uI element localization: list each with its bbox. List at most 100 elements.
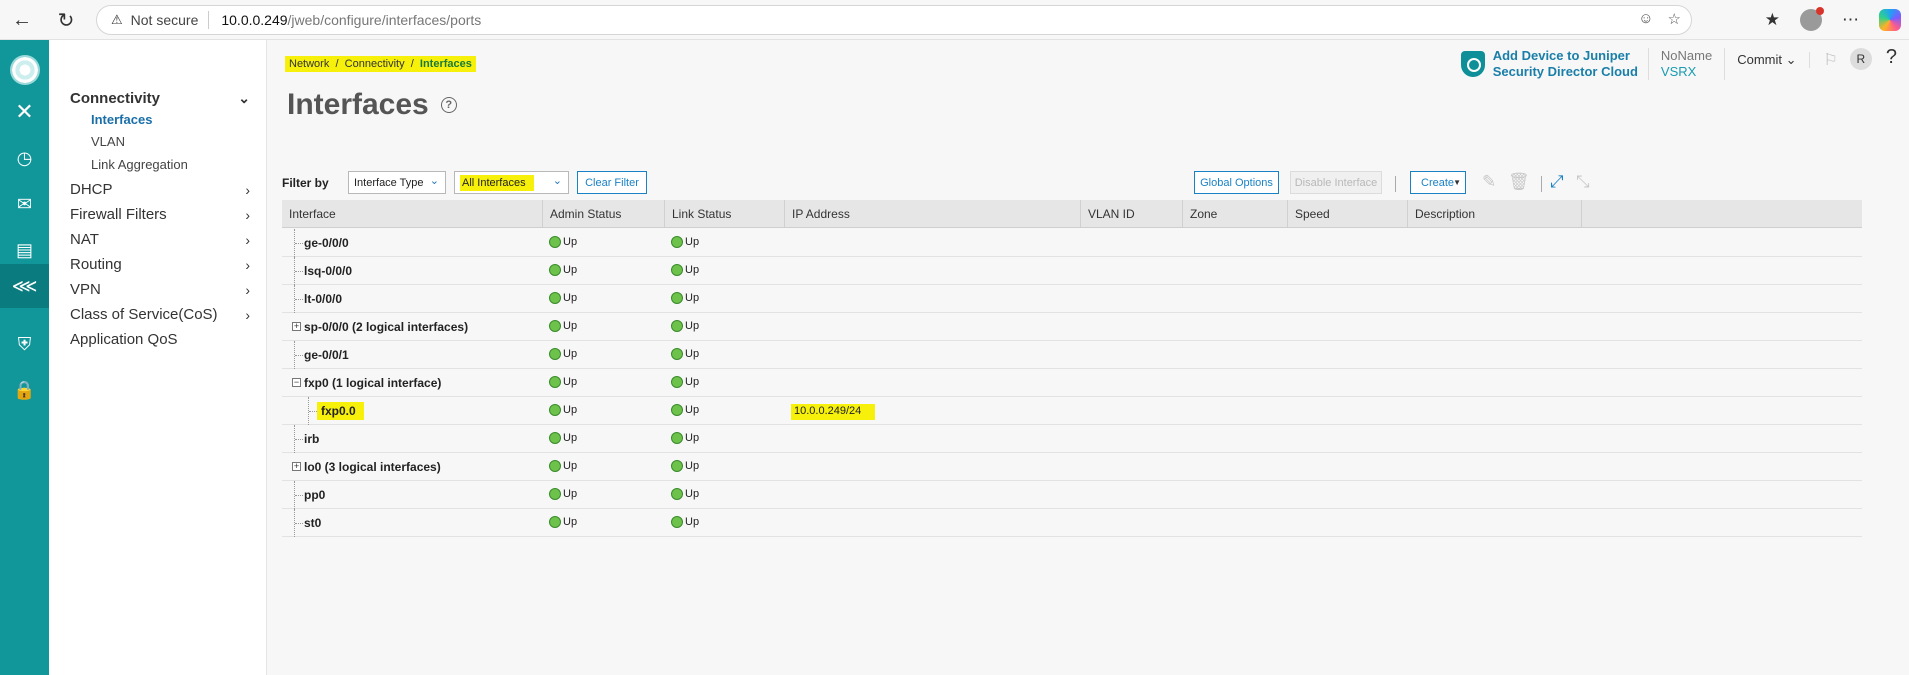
interface-name[interactable]: sp-0/0/0 (2 logical interfaces) [304,313,468,341]
interface-name[interactable]: fxp0.0 [317,397,364,425]
table-row[interactable]: ge-0/0/0 Up Up [282,229,1862,257]
link-status: Up [671,460,699,472]
status-up-icon [549,264,561,276]
link-status: Up [671,320,699,332]
interface-name[interactable]: fxp0 (1 logical interface) [304,369,441,397]
column-header-speed[interactable]: Speed [1288,200,1408,228]
disable-interface-button[interactable]: Disable Interface [1290,171,1382,194]
column-header-interface[interactable]: Interface [282,200,543,228]
interface-scope-select[interactable]: All Interfaces ⌄ [454,171,569,194]
copilot-icon[interactable] [1879,9,1901,31]
status-up-icon [549,488,561,500]
edit-pencil-icon[interactable]: ✎ [1482,172,1496,192]
table-row[interactable]: ge-0/0/1 Up Up [282,341,1862,369]
interface-name[interactable]: irb [304,425,319,453]
table-row[interactable]: pp0 Up Up [282,481,1862,509]
table-row[interactable]: − fxp0 (1 logical interface) Up Up [282,369,1862,397]
status-up-icon [671,376,683,388]
juniper-logo-icon[interactable] [0,48,49,92]
sidebar-item-connectivity[interactable]: Connectivity ⌄ [70,90,260,107]
breadcrumb-connectivity[interactable]: Connectivity [345,58,405,70]
status-up-icon [549,432,561,444]
status-up-icon [671,320,683,332]
expand-icon[interactable]: ⤢ [1550,172,1564,192]
table-row[interactable]: fxp0.0 Up Up 10.0.0.249/24 [282,397,1862,425]
sidebar-item-routing[interactable]: Routing › [70,256,260,273]
reload-icon[interactable]: ↻ [48,2,84,38]
tree-line [294,481,304,509]
expand-plus-icon[interactable]: + [292,462,301,471]
column-header-ip-address[interactable]: IP Address [785,200,1081,228]
tree-line [294,229,304,257]
favorites-list-icon[interactable]: ★ [1765,10,1780,30]
profile-avatar-icon[interactable] [1800,7,1824,31]
interface-name[interactable]: lo0 (3 logical interfaces) [304,453,441,481]
chevron-right-icon: › [245,231,250,248]
admin-status: Up [549,236,577,248]
column-header-admin-status[interactable]: Admin Status [543,200,665,228]
interface-name[interactable]: st0 [304,509,321,537]
interface-type-select[interactable]: Interface Type ⌄ [348,171,446,194]
sidebar-item-nat[interactable]: NAT › [70,231,260,248]
chevron-right-icon: › [245,206,250,223]
tree-line [294,509,304,537]
create-button[interactable]: Create ▼ [1410,171,1466,194]
link-status: Up [671,404,699,416]
status-up-icon [549,404,561,416]
clear-filter-button[interactable]: Clear Filter [577,171,647,194]
jsd-line-1: Add Device to Juniper [1492,48,1630,63]
table-row[interactable]: lsq-0/0/0 Up Up [282,257,1862,285]
device-name: NoName [1660,48,1713,63]
sidebar-item-cos[interactable]: Class of Service(CoS) › [70,306,260,323]
sidebar-item-application-qos[interactable]: Application QoS [70,331,260,348]
sidebar-item-vpn[interactable]: VPN › [70,281,260,298]
sidebar-subitem-interfaces[interactable]: Interfaces [91,112,152,127]
user-avatar[interactable]: R [1849,48,1872,70]
delete-trash-icon[interactable]: 🗑 [1508,172,1530,192]
column-header-link-status[interactable]: Link Status [665,200,785,228]
chevron-down-icon: ⌄ [238,90,250,106]
column-header-zone[interactable]: Zone [1183,200,1288,228]
sidebar-subitem-vlan[interactable]: VLAN [91,134,125,149]
sidebar-item-dhcp[interactable]: DHCP › [70,181,260,198]
reader-mode-icon[interactable]: ☺ [1638,10,1653,28]
interface-name[interactable]: lt-0/0/0 [304,285,342,313]
status-up-icon [549,292,561,304]
sidebar-item-firewall-filters[interactable]: Firewall Filters › [70,206,260,223]
column-header-description[interactable]: Description [1408,200,1582,228]
browser-toolbar: ← ↻ ⚠ Not secure 10.0.0.249/jweb/configu… [0,0,1909,40]
interface-name[interactable]: ge-0/0/0 [304,229,349,257]
back-arrow-icon[interactable]: ← [4,2,40,38]
page-title: Interfaces [287,88,429,121]
favorite-star-icon[interactable]: ☆ [1668,10,1681,28]
network-share-icon[interactable]: ⋘ [0,264,49,308]
close-icon[interactable]: ✕ [0,90,49,134]
interface-name[interactable]: ge-0/0/1 [304,341,349,369]
commit-menu[interactable]: Commit ⌄ [1725,52,1810,68]
collapse-minus-icon[interactable]: − [292,378,301,387]
collapse-icon[interactable]: ⤡ [1576,172,1590,192]
interface-name[interactable]: pp0 [304,481,325,509]
table-row[interactable]: irb Up Up [282,425,1862,453]
dashboard-gauge-icon[interactable]: ◷ [0,136,49,180]
lock-icon[interactable]: 🔒 [0,368,49,412]
table-row[interactable]: st0 Up Up [282,509,1862,537]
status-up-icon [671,292,683,304]
notification-flag-icon[interactable]: ⚐ [1824,50,1838,70]
address-bar[interactable]: ⚠ Not secure 10.0.0.249/jweb/configure/i… [96,5,1692,35]
security-shield-icon[interactable]: ⛨ [0,322,49,366]
help-icon[interactable]: ? [440,97,457,113]
security-director-link[interactable]: Add Device to Juniper Security Director … [1460,48,1649,80]
interface-name[interactable]: lsq-0/0/0 [304,257,352,285]
table-row[interactable]: + sp-0/0/0 (2 logical interfaces) Up Up [282,313,1862,341]
help-question-icon[interactable]: ? [1886,46,1897,69]
monitor-inbox-icon[interactable]: ✉ [0,182,49,226]
column-header-vlan-id[interactable]: VLAN ID [1081,200,1183,228]
expand-plus-icon[interactable]: + [292,322,301,331]
sidebar-subitem-link-aggregation[interactable]: Link Aggregation [91,157,188,172]
more-menu-icon[interactable]: ⋯ [1842,10,1859,30]
table-row[interactable]: lt-0/0/0 Up Up [282,285,1862,313]
table-row[interactable]: + lo0 (3 logical interfaces) Up Up [282,453,1862,481]
breadcrumb-network[interactable]: Network [289,58,329,70]
global-options-button[interactable]: Global Options [1194,171,1279,194]
